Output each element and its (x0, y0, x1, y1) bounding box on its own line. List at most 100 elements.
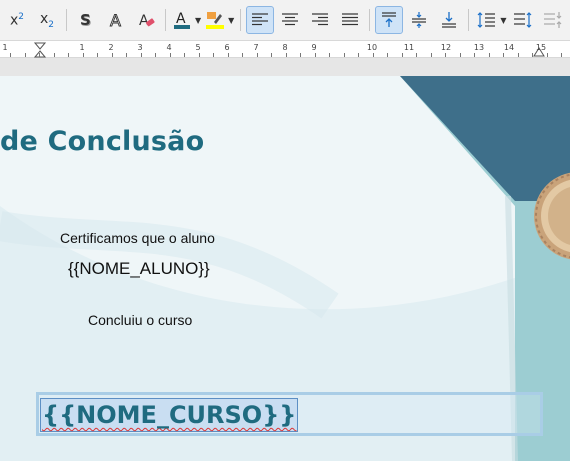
highlight-button[interactable] (204, 6, 226, 34)
superscript-icon: x2 (9, 11, 25, 29)
ruler-number: 1 (79, 43, 85, 52)
ruler-number: 6 (224, 43, 230, 52)
increase-paragraph-spacing-button[interactable] (509, 6, 537, 34)
toolbar-separator (240, 9, 242, 31)
ruler-number: 10 (366, 43, 378, 52)
decrease-spacing-icon (544, 12, 562, 28)
ruler-tick (503, 53, 504, 57)
ruler-tick (300, 53, 301, 57)
highlight-dropdown-icon[interactable]: ▼ (228, 16, 234, 25)
horizontal-ruler[interactable]: 1 1 2 3 4 5 6 7 8 9 10 11 12 13 14 15 (0, 40, 570, 58)
justify-button[interactable] (336, 6, 364, 34)
outline-icon: A (110, 11, 122, 29)
align-top-button[interactable] (375, 6, 404, 34)
align-bottom-button[interactable] (435, 6, 463, 34)
font-color-dropdown-icon[interactable]: ▼ (195, 16, 201, 25)
ruler-tick (315, 53, 316, 57)
font-color-icon: A (174, 11, 190, 29)
ruler-tick (431, 53, 432, 57)
ruler-tick (170, 53, 171, 57)
ruler-number: 14 (503, 43, 515, 52)
ruler-number: 8 (282, 43, 288, 52)
student-name-placeholder: {{NOME_ALUNO}} (68, 259, 210, 278)
justify-icon (342, 13, 359, 26)
ruler-number: 2 (108, 43, 114, 52)
toolbar-separator (165, 9, 166, 31)
ruler-tick (547, 53, 548, 57)
ruler-tick (213, 53, 214, 57)
toolbar-separator (468, 9, 470, 31)
svg-text:A: A (176, 11, 186, 27)
align-bottom-icon (442, 12, 457, 28)
svg-text:A: A (139, 13, 149, 29)
ruler-tick (199, 53, 200, 57)
page-gap (0, 58, 570, 76)
align-top-icon (382, 12, 397, 27)
font-color-button[interactable]: A (171, 6, 193, 34)
ruler-number: 9 (311, 43, 317, 52)
corner-dark-shape (400, 76, 570, 201)
ruler-number: 7 (253, 43, 259, 52)
ruler-tick (358, 53, 359, 57)
ruler-number: 11 (403, 43, 415, 52)
align-middle-icon (412, 12, 427, 28)
ruler-tick (126, 53, 127, 57)
ruler-tick (155, 53, 156, 57)
ruler-tick (228, 53, 229, 57)
document-page[interactable]: de Conclusão Certificamos que o aluno {{… (0, 76, 570, 461)
ruler-tick (39, 53, 40, 57)
align-right-icon (312, 13, 329, 26)
line-spacing-dropdown-icon[interactable]: ▼ (500, 16, 506, 25)
ruler-tick (286, 53, 287, 57)
ruler-tick (25, 53, 26, 57)
ruler-number: 4 (166, 43, 172, 52)
shadow-button[interactable]: S S (72, 6, 100, 34)
ruler-tick (387, 53, 388, 57)
ruler-tick (97, 53, 98, 57)
first-line-indent-marker-icon[interactable] (34, 42, 46, 58)
shadow-icon: S S (80, 11, 92, 29)
ruler-tick (518, 53, 519, 57)
ruler-tick (68, 53, 69, 57)
toolbar-separator (66, 9, 67, 31)
align-middle-button[interactable] (405, 6, 433, 34)
decrease-paragraph-spacing-button[interactable] (539, 6, 567, 34)
align-left-button[interactable] (246, 6, 275, 34)
ruler-tick (242, 53, 243, 57)
ruler-number: 15 (535, 43, 547, 52)
ruler-tick (532, 53, 533, 57)
outline-button[interactable]: A (102, 6, 130, 34)
ruler-number: 3 (137, 43, 143, 52)
toolbar-separator (369, 9, 371, 31)
superscript-button[interactable]: x2 (3, 6, 31, 34)
course-name-placeholder-selected[interactable]: {{NOME_CURSO}} (40, 398, 299, 432)
ruler-number: 12 (440, 43, 452, 52)
ruler-tick (460, 53, 461, 57)
svg-text:S: S (80, 11, 91, 29)
ruler-tick (83, 53, 84, 57)
certificate-title: de Conclusão (0, 126, 205, 157)
ruler-tick (416, 53, 417, 57)
subscript-button[interactable]: x2 (33, 6, 61, 34)
ruler-tick (112, 53, 113, 57)
align-center-button[interactable] (276, 6, 304, 34)
ruler-tick (489, 53, 490, 57)
ruler-tick (329, 53, 330, 57)
clear-formatting-icon: A (139, 13, 155, 29)
ruler-tick (373, 53, 374, 57)
ruler-tick (402, 53, 403, 57)
ruler-tick (184, 53, 185, 57)
ruler-tick (445, 53, 446, 57)
clear-formatting-button[interactable]: A (132, 6, 160, 34)
subscript-icon: x2 (39, 10, 55, 30)
increase-spacing-icon (514, 12, 532, 28)
line-spacing-button[interactable] (474, 6, 498, 34)
ruler-number: 13 (473, 43, 485, 52)
certify-text: Certificamos que o aluno (60, 230, 215, 246)
align-right-button[interactable] (306, 6, 334, 34)
svg-text:A: A (110, 11, 121, 29)
ruler-number: 1 (2, 43, 8, 52)
ruler-tick (344, 53, 345, 57)
ruler-tick (141, 53, 142, 57)
line-spacing-icon (477, 12, 496, 28)
